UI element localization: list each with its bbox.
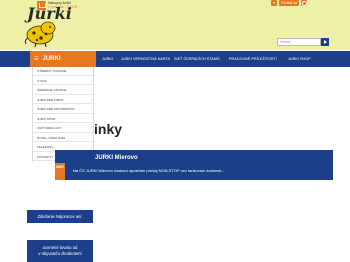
main-navbar: ☰ JURKI JURKI JURKI VERNOSTNÁ KARTA SIEŤ… <box>0 51 350 67</box>
dropdown-item[interactable]: ČERPACIE STANICE › <box>33 86 95 95</box>
dropdown-item[interactable]: O NÁS › <box>33 77 95 85</box>
dropdown-item[interactable]: JURKI PRE FIRMY › <box>33 96 95 104</box>
arrow-right-icon[interactable] <box>321 38 329 46</box>
nav-menu-toggle[interactable]: ☰ JURKI <box>30 51 96 67</box>
logo[interactable]: Jurki <box>22 4 74 48</box>
dropdown-item[interactable]: JURKI SHOP <box>33 115 95 123</box>
nav-menu-label: JURKI <box>42 56 61 62</box>
login-button[interactable]: Prihlásiť sa <box>279 0 299 6</box>
chevron-right-icon: › <box>90 97 92 102</box>
chevron-right-icon: › <box>90 88 92 92</box>
language-dropdown-button[interactable] <box>271 0 277 6</box>
chevron-right-icon: › <box>90 126 92 130</box>
nav-item-stations[interactable]: SIEŤ ČERPACÍCH STANÍC <box>174 51 220 67</box>
promo-button-2-line1: ocenené tovaru od <box>42 245 78 250</box>
search-input[interactable]: hľadať <box>277 38 321 46</box>
dropdown-item[interactable]: UMÝVÁRKA AUT › <box>33 124 95 133</box>
nav-item-loyalty-card[interactable]: JURKI VERNOSTNÁ KARTA <box>121 51 170 67</box>
dropdown-item[interactable]: VÝBERNÝ KONANIE <box>33 67 95 76</box>
dropdown-item[interactable]: HOTEL JURKI DOM <box>33 134 95 142</box>
news-date-badge: MAR <box>55 163 65 180</box>
promo-button-1[interactable]: Zdieľanie Nájomcov ani: <box>27 210 93 223</box>
chevron-right-icon: › <box>90 78 92 83</box>
chevron-right-icon: › <box>90 107 92 111</box>
page-heading: inky <box>94 121 123 137</box>
promo-button-2-line2: v obyvateľa zhodnotení <box>38 250 82 256</box>
page: Nákupný košík 0 položiek - 0 EUR Prihlás… <box>0 0 350 262</box>
hamburger-icon: ☰ <box>34 56 39 62</box>
news-title[interactable]: JURKI Mierovo <box>95 155 138 161</box>
mascot-logo-icon <box>24 21 56 48</box>
dropdown-item[interactable]: JURKI PRE MOTORISTOV › <box>33 105 95 114</box>
nav-item-jurki[interactable]: JURKI <box>102 51 113 67</box>
promo-button-2[interactable]: ocenené tovaru od v obyvateľa zhodnotení <box>27 240 93 262</box>
news-excerpt: Na ČS JURKI Mierovo čoskoro spustíme pre… <box>73 168 225 173</box>
nav-item-shop[interactable]: JURKI SHOP <box>288 51 311 67</box>
nav-item-careers[interactable]: PRACOVNÉ PRÍLEŽITOSTI <box>229 51 277 67</box>
search-toggle-button[interactable] <box>301 0 307 6</box>
nav-dropdown: VÝBERNÝ KONANIE O NÁS › ČERPACIE STANICE ›… <box>32 67 95 162</box>
